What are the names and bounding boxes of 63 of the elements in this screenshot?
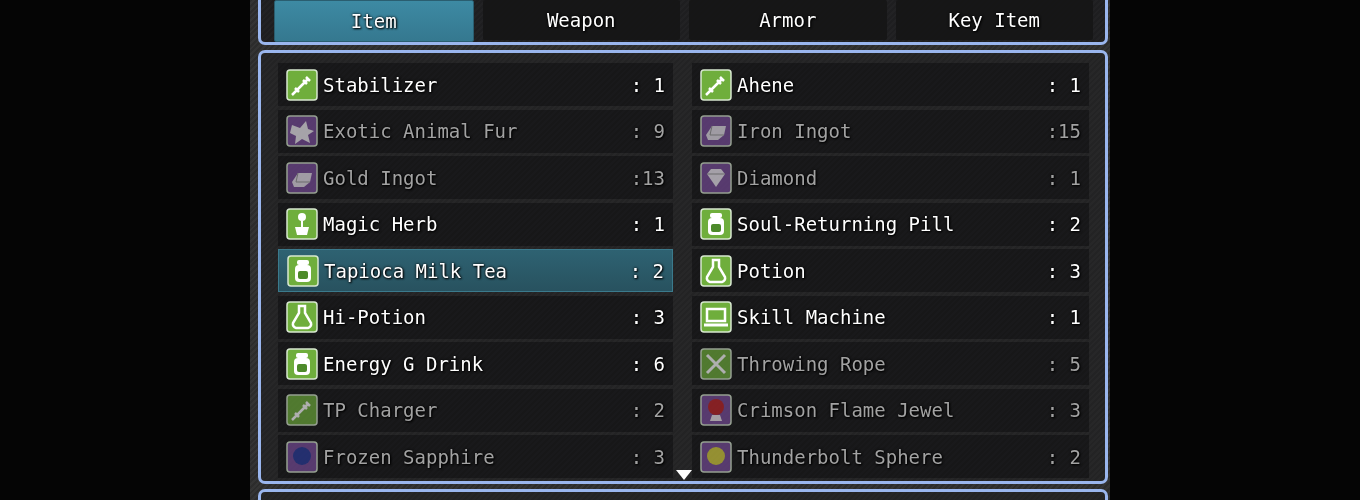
item-count: : 1	[630, 213, 665, 235]
item-row[interactable]: Stabilizer : 1	[278, 63, 673, 106]
item-row[interactable]: Magic Herb : 1	[278, 202, 673, 246]
potted-flower-icon	[286, 208, 318, 240]
item-name: Stabilizer	[323, 73, 439, 96]
category-tab[interactable]: Weapon	[482, 0, 680, 40]
syringe-icon	[286, 68, 318, 101]
item-row[interactable]: Ahene : 1	[692, 63, 1089, 106]
category-tab[interactable]: Key Item	[895, 0, 1093, 40]
item-count: : 2	[1046, 213, 1081, 235]
item-count: : 2	[629, 259, 664, 282]
item-name: Skill Machine	[737, 306, 887, 328]
item-name: Iron Ingot	[737, 120, 853, 142]
syringe-icon	[286, 394, 318, 426]
flask-icon	[286, 301, 318, 333]
scroll-down-arrow-icon[interactable]	[676, 470, 692, 480]
item-name: Throwing Rope	[737, 352, 887, 375]
item-count: :13	[630, 166, 665, 189]
item-name: Ahene	[737, 73, 796, 96]
category-tab[interactable]: Armor	[689, 0, 887, 40]
item-name: Tapioca Milk Tea	[324, 259, 509, 282]
jar-icon	[287, 254, 319, 287]
item-row[interactable]: Skill Machine : 1	[692, 295, 1089, 339]
syringe-icon	[700, 68, 732, 101]
item-name: Energy G Drink	[323, 352, 485, 375]
item-name: Crimson Flame Jewel	[737, 399, 956, 421]
item-row[interactable]: Potion : 3	[692, 249, 1089, 292]
item-count: :15	[1046, 120, 1081, 142]
item-count: : 5	[1046, 352, 1081, 375]
item-count: : 6	[630, 352, 665, 375]
jar-icon	[286, 347, 318, 380]
laptop-icon	[700, 301, 732, 333]
item-count: : 3	[1046, 399, 1081, 421]
item-count: : 3	[1046, 259, 1081, 282]
item-row[interactable]: Tapioca Milk Tea : 2	[278, 249, 673, 292]
item-count: : 1	[1046, 73, 1081, 96]
item-name: TP Charger	[323, 399, 439, 421]
flask-icon	[700, 254, 732, 287]
item-row[interactable]: Soul-Returning Pill : 2	[692, 202, 1089, 246]
jewel-icon	[700, 394, 732, 426]
item-name: Diamond	[737, 166, 819, 189]
item-count: : 1	[630, 73, 665, 96]
item-row[interactable]: Energy G Drink : 6	[278, 342, 673, 385]
item-name: Thunderbolt Sphere	[737, 445, 944, 468]
item-name: Frozen Sapphire	[323, 445, 496, 468]
ingot-icon	[700, 115, 732, 147]
item-name: Magic Herb	[323, 213, 439, 235]
item-count: : 2	[1046, 445, 1081, 468]
item-count: : 9	[630, 120, 665, 142]
item-count: : 1	[1046, 306, 1081, 328]
item-count: : 1	[1046, 166, 1081, 189]
item-count: : 3	[630, 445, 665, 468]
item-count: : 2	[630, 399, 665, 421]
jar-icon	[700, 208, 732, 240]
item-name: Soul-Returning Pill	[737, 213, 956, 235]
item-name: Potion	[737, 259, 807, 282]
item-name: Hi-Potion	[323, 306, 427, 328]
item-row[interactable]: Hi-Potion : 3	[278, 295, 673, 339]
category-tab[interactable]: Item	[274, 0, 474, 42]
item-name: Gold Ingot	[323, 166, 439, 189]
item-count: : 3	[630, 306, 665, 328]
item-name: Exotic Animal Fur	[323, 120, 519, 142]
ingot-icon	[286, 161, 318, 194]
